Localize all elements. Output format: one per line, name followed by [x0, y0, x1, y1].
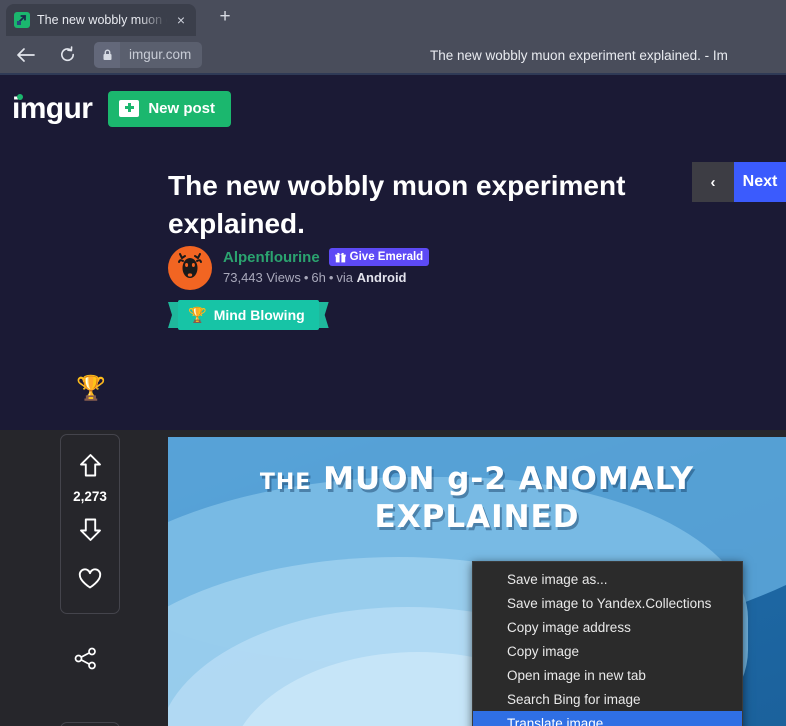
- context-menu-item-label: Copy image address: [507, 619, 631, 635]
- avatar[interactable]: [168, 246, 212, 290]
- meta-separator-2: •: [328, 270, 334, 285]
- heart-icon[interactable]: [78, 568, 102, 590]
- new-post-label: New post: [148, 100, 216, 117]
- via-source: Android: [356, 270, 407, 285]
- ribbon-right-notch: [318, 302, 329, 328]
- give-emerald-label: Give Emerald: [349, 251, 424, 263]
- address-bar[interactable]: imgur.com: [94, 41, 203, 68]
- imgur-page: imgur New post The new wobbly muon exper…: [0, 75, 786, 726]
- post-tag[interactable]: 🏆 Mind Blowing: [168, 300, 329, 330]
- meta-lines: Alpenflourine Give Emerald 73,443 Views …: [223, 246, 430, 285]
- post-age: 6h: [311, 270, 326, 285]
- context-menu[interactable]: Save image as... Save image to Yandex.Col…: [472, 561, 743, 726]
- vote-count: 2,273: [73, 489, 107, 504]
- imgur-logo[interactable]: imgur: [8, 91, 93, 126]
- url-text: imgur.com: [129, 47, 192, 62]
- image-headline-main: MUON g-2 ANOMALY: [323, 461, 695, 497]
- context-menu-item[interactable]: Save image to Yandex.Collections: [473, 591, 742, 615]
- view-count: 73,443 Views: [223, 270, 301, 285]
- context-menu-item-label: Save image to Yandex.Collections: [507, 595, 712, 611]
- imgur-logo-text: imgur: [12, 91, 93, 125]
- context-menu-item[interactable]: Translate image: [473, 711, 742, 726]
- share-icon[interactable]: [74, 647, 97, 675]
- author-username[interactable]: Alpenflourine: [223, 249, 320, 266]
- image-headline: THE MUON g-2 ANOMALY EXPLAINED: [168, 461, 786, 535]
- context-menu-item[interactable]: Open image in new tab: [473, 663, 742, 687]
- reload-icon[interactable]: [50, 40, 84, 70]
- left-action-rail: 🏆 2,273: [0, 142, 168, 726]
- context-menu-item[interactable]: Search Bing for image: [473, 687, 742, 711]
- context-menu-item[interactable]: Save image as...: [473, 567, 742, 591]
- meta-separator: •: [303, 270, 309, 285]
- next-post-button[interactable]: Next: [734, 162, 786, 202]
- new-post-button[interactable]: New post: [108, 90, 232, 127]
- downvote-arrow-icon[interactable]: [79, 517, 102, 542]
- context-menu-item[interactable]: Copy image: [473, 639, 742, 663]
- tab-title: The new wobbly muon e: [37, 13, 167, 27]
- upvote-arrow-icon[interactable]: [79, 453, 102, 478]
- image-headline-the: THE: [259, 470, 312, 495]
- site-header: imgur New post: [0, 75, 786, 142]
- new-tab-button[interactable]: +: [210, 3, 240, 33]
- context-menu-item-label: Search Bing for image: [507, 691, 641, 707]
- trophy-icon: 🏆: [76, 375, 106, 402]
- image-headline-line2: EXPLAINED: [374, 499, 580, 535]
- window-title: The new wobbly muon experiment explained…: [430, 48, 728, 63]
- context-menu-item-label: Translate image: [507, 715, 604, 726]
- trophy-icon: 🏆: [188, 306, 207, 324]
- page-title: The new wobbly muon experiment explained…: [168, 170, 626, 239]
- previous-post-button[interactable]: ‹: [692, 162, 734, 202]
- context-menu-item-label: Copy image: [507, 643, 580, 659]
- post-meta: Alpenflourine Give Emerald 73,443 Views …: [168, 246, 430, 290]
- vote-panel: 2,273: [60, 434, 120, 614]
- browser-toolbar: imgur.com The new wobbly muon experiment…: [0, 36, 786, 75]
- ribbon-left-notch: [168, 302, 178, 328]
- tag-body[interactable]: 🏆 Mind Blowing: [178, 300, 319, 330]
- meta-stats-row: 73,443 Views • 6h • via Android: [223, 270, 429, 285]
- meta-author-row: Alpenflourine Give Emerald: [223, 248, 430, 266]
- imgur-favicon-icon: [14, 12, 30, 28]
- logo-dot-icon: [17, 93, 23, 100]
- image-headline-line1: THE MUON g-2 ANOMALY: [168, 461, 786, 497]
- tab-strip: The new wobbly muon e × +: [0, 0, 786, 36]
- browser-chrome: The new wobbly muon e × + imgur.com The …: [0, 0, 786, 75]
- gift-icon: [334, 252, 346, 262]
- back-arrow-icon[interactable]: [8, 40, 42, 70]
- context-menu-item[interactable]: Copy image address: [473, 615, 742, 639]
- tag-label: Mind Blowing: [213, 307, 305, 323]
- plus-icon: [119, 100, 140, 117]
- browser-tab[interactable]: The new wobbly muon e ×: [6, 4, 196, 36]
- post-pager: ‹ Next: [692, 162, 786, 202]
- context-menu-item-label: Open image in new tab: [507, 667, 646, 683]
- context-menu-item-label: Save image as...: [507, 571, 608, 587]
- comment-panel[interactable]: 163: [60, 722, 120, 726]
- via-prefix: via: [336, 270, 354, 285]
- give-emerald-button[interactable]: Give Emerald: [328, 248, 430, 266]
- close-icon[interactable]: ×: [174, 13, 188, 27]
- lock-icon: [94, 41, 120, 68]
